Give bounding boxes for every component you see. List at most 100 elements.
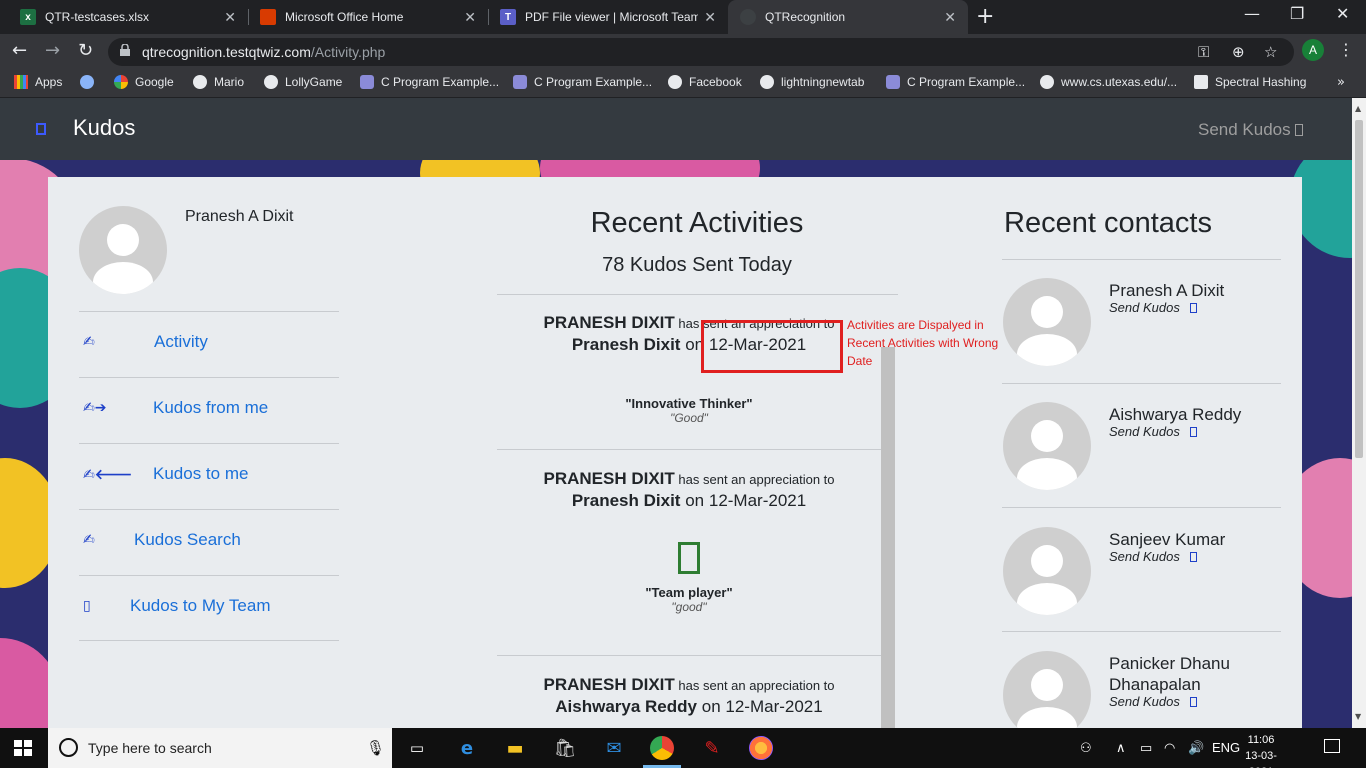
address-bar[interactable]: qtrecognition.testqtwiz.com/Activity.php… xyxy=(108,38,1294,66)
tab-qtrecognition[interactable]: QTRecognition ✕ xyxy=(728,0,968,34)
reload-icon[interactable]: ↻ xyxy=(78,40,93,61)
scrollbar-thumb[interactable] xyxy=(1355,120,1363,458)
contact-name: Panicker Dhanu Dhanapalan xyxy=(1109,654,1230,694)
people-icon[interactable]: ⚇ xyxy=(1080,740,1092,756)
bookmark-c-program-2[interactable]: C Program Example... xyxy=(513,75,652,89)
chrome-icon[interactable] xyxy=(650,736,674,760)
sidebar-item-kudos-search[interactable]: ✍ Kudos Search xyxy=(79,509,339,575)
profile-name: Pranesh A Dixit xyxy=(185,208,294,225)
zoom-icon[interactable]: ⊕ xyxy=(1232,43,1245,61)
close-window-icon[interactable]: ✕ xyxy=(1336,4,1349,23)
bookmark-c-program-3[interactable]: C Program Example... xyxy=(886,75,1025,89)
menu-icon[interactable]: ⋮ xyxy=(1338,40,1354,59)
clock-time: 11:06 xyxy=(1247,734,1275,746)
bookmark-icon xyxy=(80,75,94,89)
restore-icon[interactable]: ❐ xyxy=(1290,4,1304,23)
close-icon[interactable]: ✕ xyxy=(224,9,236,26)
windows-start-icon[interactable] xyxy=(14,740,32,756)
sidebar-item-label[interactable]: Activity xyxy=(154,332,208,352)
microphone-icon[interactable]: 🎙 xyxy=(366,739,385,757)
main-card: Pranesh A Dixit ✍ Activity ✍➔ Kudos from… xyxy=(48,177,1302,728)
file-explorer-icon[interactable]: ▬ xyxy=(503,736,527,760)
mail-icon[interactable]: ✉ xyxy=(602,736,626,760)
close-icon[interactable]: ✕ xyxy=(944,9,956,26)
send-kudos-link[interactable]: Send Kudos xyxy=(1109,694,1197,709)
bookmark-facebook[interactable]: Facebook xyxy=(668,75,742,89)
wifi-icon[interactable]: ◠ xyxy=(1164,740,1175,756)
battery-icon[interactable]: ▭ xyxy=(1140,740,1152,756)
sidebar-item-kudos-from-me[interactable]: ✍➔ Kudos from me xyxy=(79,377,339,443)
scroll-up-icon[interactable]: ▲ xyxy=(1355,104,1361,113)
close-icon[interactable]: ✕ xyxy=(464,9,476,26)
pen-arrow-right-icon: ✍➔ xyxy=(83,400,107,416)
close-icon[interactable]: ✕ xyxy=(704,9,716,26)
activity-sender: PRANESH DIXIT xyxy=(543,313,675,332)
send-kudos-link[interactable]: Send Kudos xyxy=(1109,549,1197,564)
send-kudos-link[interactable]: Send Kudos xyxy=(1109,300,1197,315)
send-kudos-nav-link[interactable]: Send Kudos xyxy=(1198,120,1303,140)
brand-title[interactable]: Kudos xyxy=(73,115,135,141)
activities-title: Recent Activities xyxy=(590,207,804,239)
forward-icon[interactable]: → xyxy=(45,40,60,61)
new-tab-icon[interactable]: + xyxy=(976,4,994,29)
bookmark-mario[interactable]: Mario xyxy=(193,75,244,89)
badge-icon xyxy=(678,542,700,574)
annotation-highlight-box xyxy=(701,320,843,373)
url-host: qtrecognition.testqtwiz.com xyxy=(142,44,311,60)
tab-qtr-testcases[interactable]: x QTR-testcases.xlsx ✕ xyxy=(8,0,248,34)
bookmark-cs-utexas[interactable]: www.cs.utexas.edu/... xyxy=(1040,75,1177,89)
firefox-icon[interactable] xyxy=(749,736,773,760)
star-icon[interactable]: ☆ xyxy=(1264,43,1277,61)
bookmark-apps[interactable]: Apps xyxy=(14,75,62,89)
volume-icon[interactable]: 🔊 xyxy=(1188,740,1204,756)
send-kudos-label: Send Kudos xyxy=(1109,300,1180,315)
sidebar-item-label[interactable]: Kudos to me xyxy=(153,464,248,484)
sidebar-item-activity[interactable]: ✍ Activity xyxy=(79,311,339,377)
sidebar-item-kudos-to-my-team[interactable]: ▯ Kudos to My Team xyxy=(79,575,339,641)
google-icon xyxy=(114,75,128,89)
bookmark-lightningnewtab[interactable]: lightningnewtab xyxy=(760,75,864,89)
bookmark-label: www.cs.utexas.edu/... xyxy=(1061,75,1178,89)
activity-verb: has sent an appreciation to xyxy=(678,678,835,693)
back-icon[interactable]: ← xyxy=(12,40,27,61)
sidebar-item-kudos-to-me[interactable]: ✍🡐 Kudos to me xyxy=(79,443,339,509)
send-icon xyxy=(1189,552,1197,562)
page-scrollbar[interactable]: ▲ ▼ xyxy=(1352,98,1366,728)
bookmark-lollygame[interactable]: LollyGame xyxy=(264,75,342,89)
bookmark-google[interactable]: Google xyxy=(114,75,174,89)
profile-avatar[interactable]: A xyxy=(1302,39,1324,61)
tab-office-home[interactable]: Microsoft Office Home ✕ xyxy=(248,0,488,34)
bookmark-label: C Program Example... xyxy=(907,75,1026,89)
tab-teams[interactable]: T PDF File viewer | Microsoft Teams ✕ xyxy=(488,0,728,34)
bookmark-spectral-hashing[interactable]: Spectral Hashing xyxy=(1194,75,1306,89)
task-view-icon[interactable]: ▭ xyxy=(405,736,429,760)
show-hidden-icons[interactable]: ∧ xyxy=(1116,740,1126,756)
brand-icon xyxy=(36,123,46,135)
avatar xyxy=(1003,402,1091,490)
key-icon[interactable]: ⚿ xyxy=(1198,43,1209,61)
edge-icon[interactable]: e xyxy=(455,736,479,760)
activity-message: "good" xyxy=(671,600,707,614)
sidebar-item-label[interactable]: Kudos Search xyxy=(134,530,241,550)
pen-app-icon[interactable]: ✎ xyxy=(700,736,724,760)
minimize-icon[interactable]: — xyxy=(1244,4,1260,23)
lock-icon xyxy=(120,44,130,56)
bookmark-icon xyxy=(513,75,527,89)
sidebar-item-label[interactable]: Kudos from me xyxy=(153,398,268,418)
store-icon[interactable]: 🛍 xyxy=(553,736,577,760)
bookmark-item[interactable] xyxy=(80,75,101,89)
activity-message: "Good" xyxy=(670,411,708,425)
bookmark-c-program-1[interactable]: C Program Example... xyxy=(360,75,499,89)
teams-icon: T xyxy=(500,9,516,25)
more-bookmarks-icon[interactable]: » xyxy=(1337,75,1345,90)
send-kudos-link[interactable]: Send Kudos xyxy=(1109,424,1197,439)
cortana-icon xyxy=(59,738,78,757)
bookmark-icon xyxy=(360,75,374,89)
scroll-down-icon[interactable]: ▼ xyxy=(1355,712,1361,721)
taskbar-search[interactable]: Type here to search 🎙 xyxy=(48,728,392,768)
feed-scrollbar[interactable] xyxy=(881,347,895,728)
pen-arrow-left-icon: ✍🡐 xyxy=(83,467,133,483)
clock[interactable]: 11:06 13-03-2021 xyxy=(1234,732,1288,768)
sidebar-item-label[interactable]: Kudos to My Team xyxy=(130,596,270,616)
notification-icon[interactable] xyxy=(1324,739,1340,753)
